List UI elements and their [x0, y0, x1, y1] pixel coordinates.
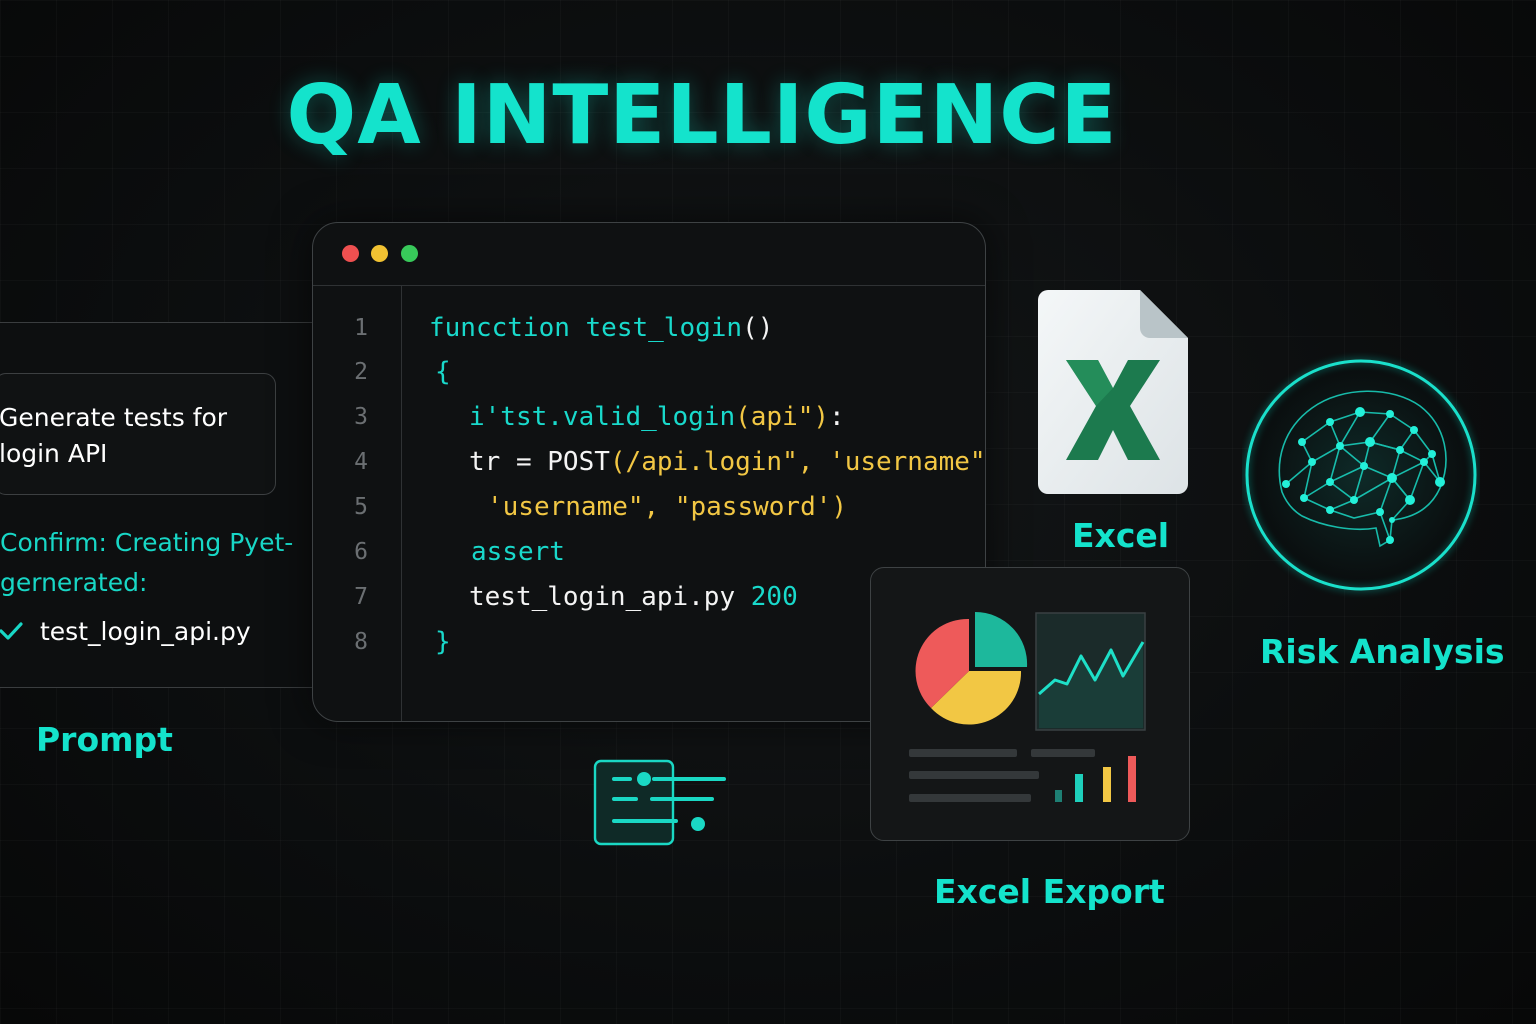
excel-export-card[interactable]: [870, 567, 1190, 841]
line-number: 8: [354, 629, 368, 655]
code-token: :: [829, 402, 845, 432]
code-token: assert: [471, 537, 565, 567]
code-line: assert: [471, 537, 565, 567]
prompt-input[interactable]: Generate tests for login API: [0, 373, 276, 495]
export-preview: [909, 611, 1146, 802]
bar-chart-icon: [1055, 756, 1136, 802]
risk-analysis-label: Risk Analysis: [1260, 632, 1505, 671]
code-line: tr = POST(/api.login", 'username",: [469, 447, 986, 477]
code-token: test_login_api.py: [469, 582, 751, 612]
code-line: i'tst.valid_login(api"):: [469, 402, 845, 432]
generated-file-name: test_login_api.py: [40, 616, 251, 646]
code-line: {: [435, 357, 451, 387]
excel-export-label: Excel Export: [934, 872, 1165, 911]
excel-label: Excel: [1072, 516, 1170, 555]
code-token: 200: [750, 582, 798, 612]
placeholder-rows: [909, 749, 1095, 802]
window-close-dot[interactable]: [342, 245, 359, 262]
prompt-panel: Generate tests for login API Confirm: Cr…: [0, 322, 329, 688]
code-token: (): [742, 313, 774, 343]
line-number: 3: [354, 404, 368, 430]
code-token: (api"): [735, 402, 830, 432]
window-minimize-dot[interactable]: [371, 245, 388, 262]
code-token: 'username", "password'): [487, 492, 848, 522]
code-token: i'tst.valid_login: [469, 402, 736, 432]
code-line: 'username", "password'): [487, 492, 847, 522]
code-token: (/api.login", 'username": [609, 447, 986, 477]
window-maximize-dot[interactable]: [401, 245, 418, 262]
page-title: QA INTELLIGENCE: [286, 68, 1118, 163]
prompt-label: Prompt: [36, 720, 173, 759]
code-line: test_login_api.py 200: [469, 582, 798, 612]
code-token: funcction test_login: [429, 313, 743, 343]
confirm-message: Confirm: Creating Pyet- gernerated:: [0, 528, 294, 597]
code-token: tr = POST: [469, 447, 610, 477]
line-chart-icon: [1035, 612, 1146, 731]
pie-chart-icon: [915, 611, 1028, 725]
line-number: 6: [354, 539, 368, 565]
code-token: }: [435, 627, 451, 657]
line-number: 7: [354, 584, 368, 610]
line-number: 4: [354, 449, 368, 475]
line-number: 5: [354, 494, 368, 520]
code-token: {: [435, 357, 451, 387]
line-number: 1: [354, 315, 368, 341]
generated-file-item[interactable]: test_login_api.py: [0, 613, 251, 649]
code-line: }: [435, 627, 451, 657]
brain-network-icon[interactable]: [1242, 350, 1480, 608]
prompt-input-text: Generate tests for login API: [0, 403, 228, 468]
code-line: funcction test_login(): [429, 313, 773, 343]
line-number: 2: [354, 359, 368, 385]
editor-titlebar: [313, 223, 985, 286]
document-list-icon[interactable]: [592, 758, 732, 848]
excel-icon[interactable]: [1036, 288, 1190, 496]
check-icon: [0, 622, 23, 640]
